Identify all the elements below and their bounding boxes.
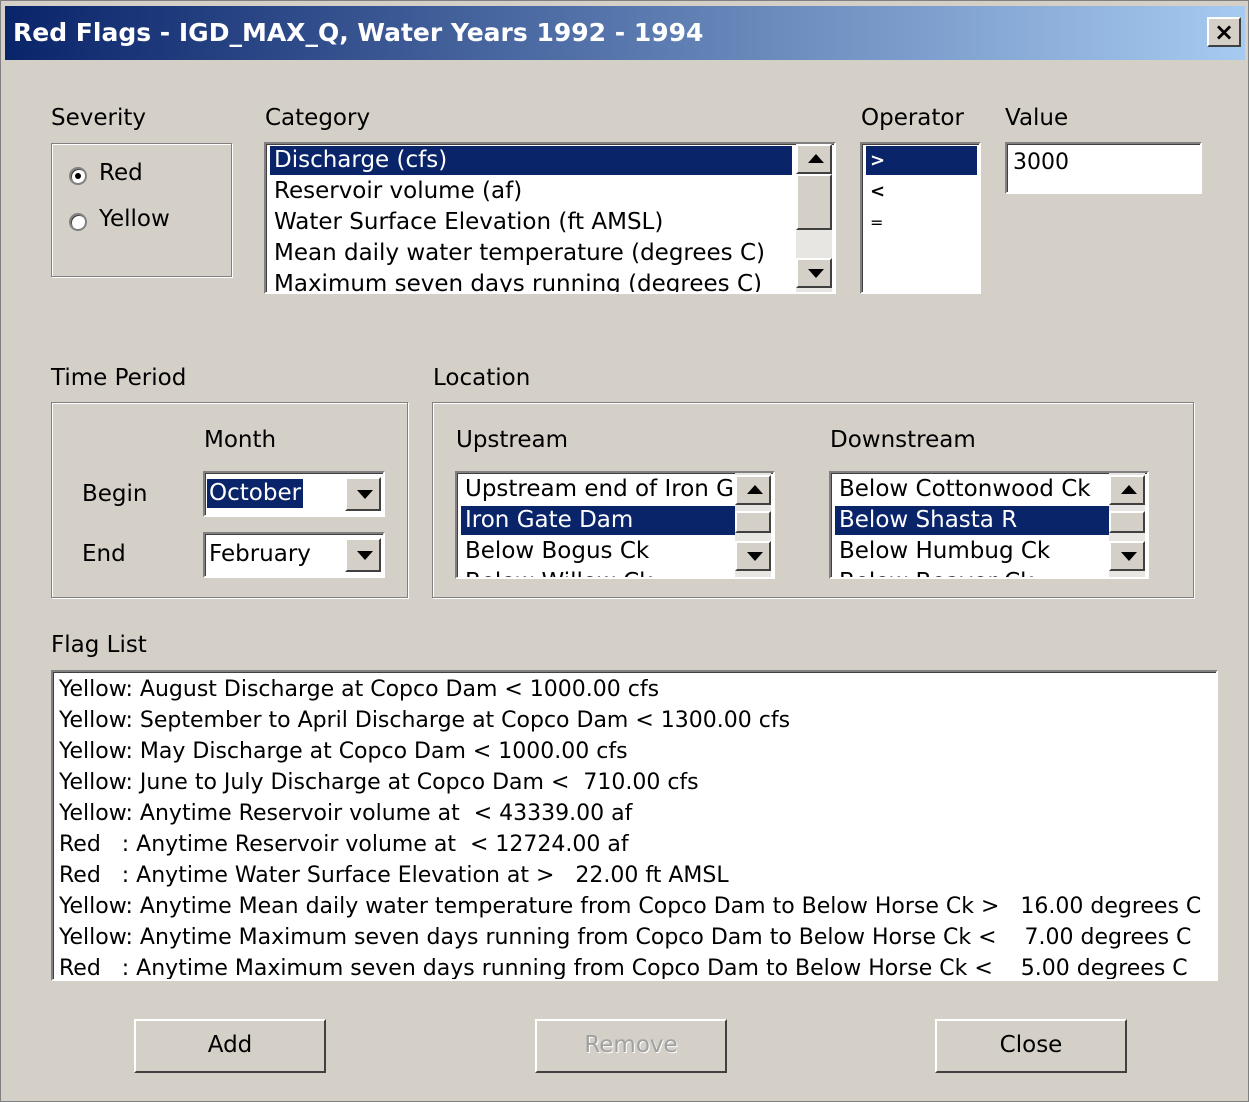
arrow-up-icon (808, 154, 824, 163)
flag-row[interactable]: Yellow: Anytime Maximum seven days runni… (59, 922, 1191, 953)
arrow-up-icon (1121, 485, 1137, 494)
flag-list[interactable]: Yellow: August Discharge at Copco Dam < … (51, 670, 1218, 981)
scroll-down-button[interactable] (796, 258, 832, 288)
downstream-item[interactable]: Below Humbug Ck (835, 537, 1054, 566)
category-item[interactable]: Water Surface Elevation (ft AMSL) (270, 208, 667, 237)
operator-item[interactable]: < (866, 177, 889, 206)
downstream-scrollbar[interactable] (1109, 473, 1145, 577)
scroll-down-button[interactable] (1109, 541, 1145, 571)
flag-row[interactable]: Red : Anytime Maximum seven days running… (59, 953, 1188, 979)
severity-red-radio[interactable] (69, 167, 87, 185)
category-item[interactable]: Maximum seven days running (degrees C) (270, 270, 766, 292)
upstream-item[interactable]: Below Bogus Ck (461, 537, 653, 566)
begin-dropdown-button[interactable] (345, 477, 381, 511)
scroll-thumb[interactable] (1109, 511, 1145, 533)
category-item[interactable]: Discharge (cfs) (270, 146, 792, 175)
end-label: End (82, 541, 126, 567)
chevron-down-icon (357, 551, 373, 560)
scroll-up-button[interactable] (735, 475, 771, 505)
operator-list[interactable]: > < = (860, 142, 981, 294)
severity-yellow-radio[interactable] (69, 213, 87, 231)
operator-item[interactable]: > (866, 146, 977, 175)
upstream-label: Upstream (456, 427, 569, 453)
downstream-item[interactable]: Below Shasta R (835, 506, 1109, 535)
value-input-text: 3000 (1013, 150, 1069, 175)
chevron-down-icon (357, 490, 373, 499)
flag-row[interactable]: Yellow: May Discharge at Copco Dam < 100… (59, 736, 628, 767)
end-month-value: February (209, 541, 311, 567)
location-group: Upstream Downstream Upstream end of Iron… (432, 402, 1194, 598)
scroll-thumb[interactable] (796, 174, 832, 230)
scroll-thumb[interactable] (735, 511, 771, 533)
window-title: Red Flags - IGD_MAX_Q, Water Years 1992 … (13, 18, 704, 47)
severity-label: Severity (51, 105, 146, 131)
operator-label: Operator (861, 105, 964, 131)
category-scrollbar[interactable] (796, 144, 832, 292)
flag-row[interactable]: Red : Anytime Water Surface Elevation at… (59, 860, 729, 891)
title-bar: Red Flags - IGD_MAX_Q, Water Years 1992 … (5, 6, 1245, 60)
red-flags-dialog: Red Flags - IGD_MAX_Q, Water Years 1992 … (0, 0, 1249, 1102)
time-period-group: Month Begin End October February (51, 402, 408, 598)
upstream-item[interactable]: Iron Gate Dam (461, 506, 735, 535)
value-label: Value (1005, 105, 1069, 131)
category-label: Category (265, 105, 371, 131)
flag-row[interactable]: Yellow: Anytime Reservoir volume at < 43… (59, 798, 632, 829)
value-input[interactable]: 3000 (1005, 142, 1202, 194)
upstream-list[interactable]: Upstream end of Iron Ga Iron Gate Dam Be… (455, 471, 775, 579)
category-list[interactable]: Discharge (cfs) Reservoir volume (af) Wa… (264, 142, 836, 294)
remove-button[interactable]: Remove (535, 1019, 727, 1073)
category-item[interactable]: Mean daily water temperature (degrees C) (270, 239, 769, 268)
upstream-scrollbar[interactable] (735, 473, 771, 577)
arrow-down-icon (808, 269, 824, 278)
severity-group: Red Yellow (51, 143, 232, 277)
begin-month-select[interactable]: October (203, 471, 385, 517)
end-month-select[interactable]: February (203, 532, 385, 578)
flag-row[interactable]: Yellow: June to July Discharge at Copco … (59, 767, 699, 798)
downstream-item[interactable]: Below Cottonwood Ck (835, 475, 1095, 504)
radio-selected-dot (75, 173, 81, 179)
arrow-down-icon (747, 552, 763, 561)
begin-label: Begin (82, 481, 148, 507)
flag-list-label: Flag List (51, 632, 147, 658)
time-period-label: Time Period (51, 365, 187, 391)
flag-row[interactable]: Red : Anytime Reservoir volume at < 1272… (59, 829, 629, 860)
severity-red-label[interactable]: Red (99, 160, 143, 186)
severity-yellow-label[interactable]: Yellow (99, 206, 170, 232)
upstream-item[interactable]: Below Willow Ck (461, 568, 657, 577)
month-label: Month (204, 427, 277, 453)
flag-row[interactable]: Yellow: August Discharge at Copco Dam < … (59, 674, 659, 705)
arrow-down-icon (1121, 552, 1137, 561)
downstream-list[interactable]: Below Cottonwood Ck Below Shasta R Below… (829, 471, 1149, 579)
scroll-up-button[interactable] (1109, 475, 1145, 505)
close-button[interactable]: Close (935, 1019, 1127, 1073)
arrow-up-icon (747, 485, 763, 494)
scroll-up-button[interactable] (796, 144, 832, 174)
end-dropdown-button[interactable] (345, 538, 381, 572)
begin-month-value: October (207, 479, 304, 508)
operator-item[interactable]: = (866, 208, 887, 237)
downstream-label: Downstream (830, 427, 976, 453)
scroll-down-button[interactable] (735, 541, 771, 571)
location-label: Location (433, 365, 531, 391)
flag-row[interactable]: Yellow: Anytime Mean daily water tempera… (59, 891, 1201, 922)
category-item[interactable]: Reservoir volume (af) (270, 177, 526, 206)
window-close-button[interactable]: × (1207, 17, 1241, 47)
downstream-item[interactable]: Below Beaver Ck (835, 568, 1037, 577)
flag-row[interactable]: Yellow: September to April Discharge at … (59, 705, 790, 736)
add-button[interactable]: Add (134, 1019, 326, 1073)
upstream-item[interactable]: Upstream end of Iron Ga (461, 475, 752, 504)
